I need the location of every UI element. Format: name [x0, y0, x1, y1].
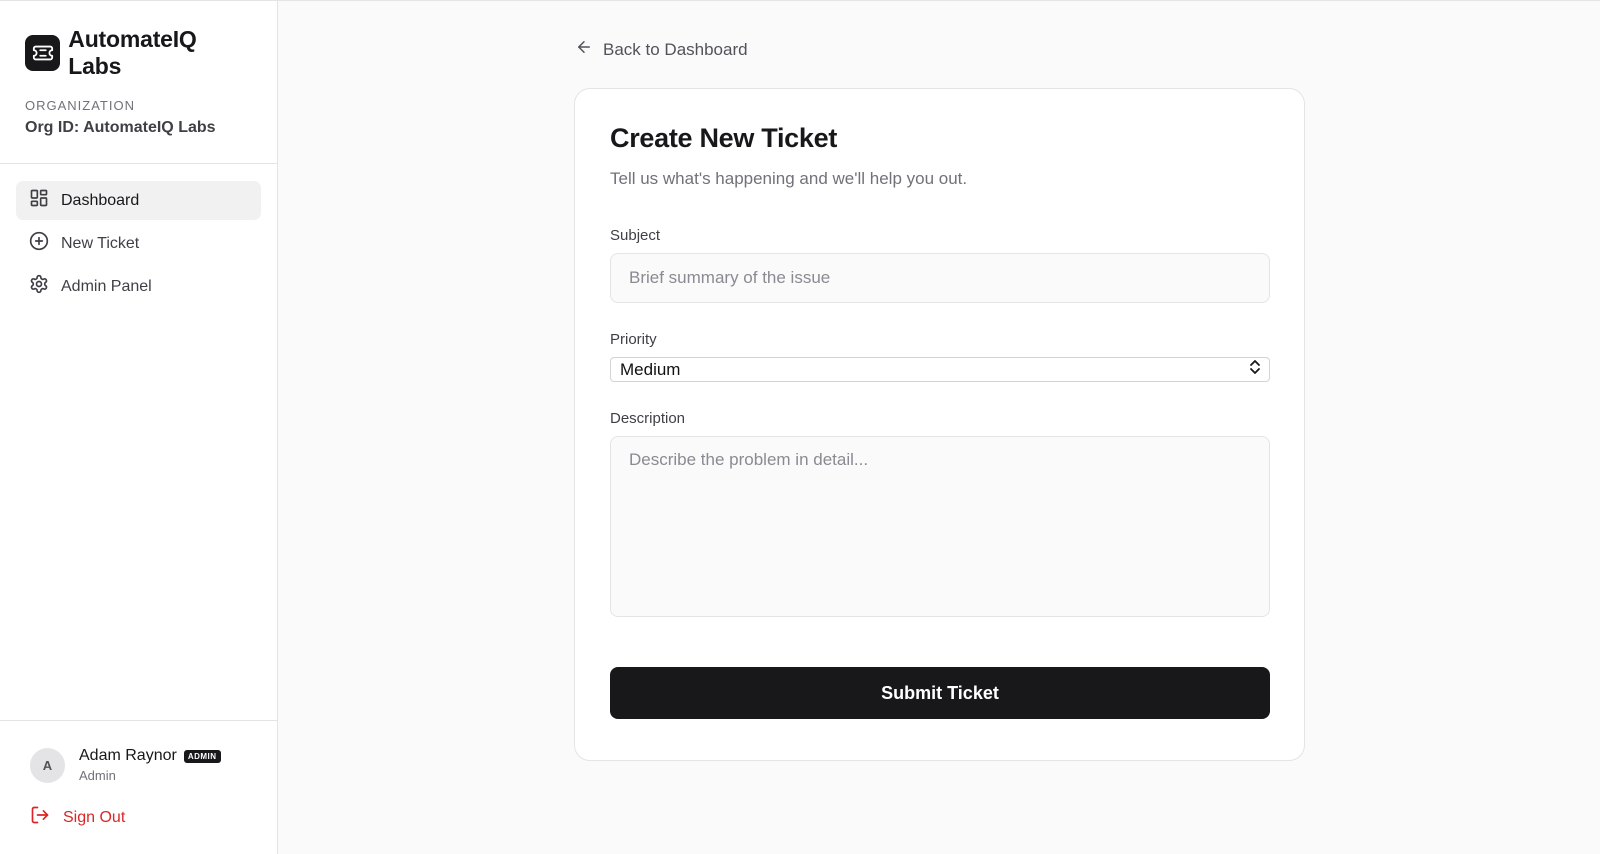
- user-profile: A Adam Raynor ADMIN Admin: [30, 747, 247, 783]
- sidebar-item-dashboard[interactable]: Dashboard: [16, 181, 261, 220]
- brand[interactable]: AutomateIQ Labs: [25, 26, 252, 80]
- page-title: Create New Ticket: [610, 123, 838, 153]
- sign-out-label: Sign Out: [63, 808, 126, 826]
- priority-select[interactable]: Medium: [610, 357, 1270, 382]
- subject-label: Subject: [610, 227, 661, 244]
- priority-label: Priority: [610, 331, 657, 348]
- create-ticket-card: Create New Ticket Tell us what's happeni…: [574, 88, 1305, 761]
- sidebar-item-label: Dashboard: [61, 191, 140, 209]
- log-out-icon: [30, 805, 50, 830]
- submit-ticket-button[interactable]: Submit Ticket: [610, 667, 1270, 719]
- app-root: AutomateIQ Labs ORGANIZATION Org ID: Aut…: [0, 0, 1600, 854]
- ticket-icon: [25, 35, 61, 71]
- org-id: Org ID: AutomateIQ Labs: [25, 119, 216, 136]
- role-badge: ADMIN: [183, 749, 221, 763]
- brand-block: AutomateIQ Labs ORGANIZATION Org ID: Aut…: [0, 1, 277, 164]
- subject-input[interactable]: [610, 253, 1270, 303]
- chevron-up-down-icon: [1249, 359, 1261, 380]
- plus-circle-icon: [29, 231, 49, 256]
- brand-name: AutomateIQ Labs: [68, 26, 197, 79]
- arrow-left-icon: [575, 38, 593, 61]
- sidebar-item-new-ticket[interactable]: New Ticket: [16, 224, 261, 263]
- user-role: Admin: [79, 768, 116, 783]
- main-content: Back to Dashboard Create New Ticket Tell…: [278, 1, 1600, 854]
- back-to-dashboard-link[interactable]: Back to Dashboard: [575, 38, 748, 61]
- description-label: Description: [610, 410, 686, 427]
- sidebar-item-label: Admin Panel: [61, 277, 152, 295]
- sidebar: AutomateIQ Labs ORGANIZATION Org ID: Aut…: [0, 1, 278, 854]
- user-name: Adam Raynor: [79, 747, 177, 764]
- priority-selected-value: Medium: [620, 359, 681, 379]
- sidebar-footer: A Adam Raynor ADMIN Admin Sign Out: [0, 720, 277, 854]
- avatar: A: [30, 747, 65, 783]
- page-subtitle: Tell us what's happening and we'll help …: [610, 169, 968, 188]
- org-label: ORGANIZATION: [25, 98, 135, 113]
- dashboard-grid-icon: [29, 188, 49, 213]
- gear-icon: [29, 274, 49, 299]
- sidebar-item-label: New Ticket: [61, 234, 140, 252]
- back-label: Back to Dashboard: [603, 39, 748, 59]
- sign-out-button[interactable]: Sign Out: [30, 805, 247, 830]
- sidebar-nav: Dashboard New Ticket Admin Panel: [0, 164, 277, 720]
- sidebar-item-admin-panel[interactable]: Admin Panel: [16, 267, 261, 306]
- description-textarea[interactable]: [610, 436, 1270, 617]
